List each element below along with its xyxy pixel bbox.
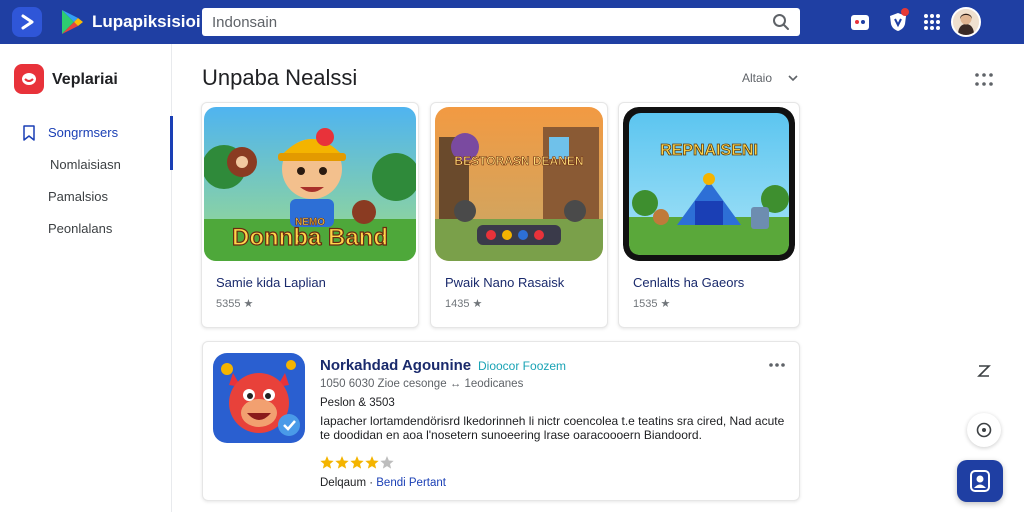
sidebar-item-label: Nomlaisiasn bbox=[50, 157, 121, 172]
game-card[interactable]: NEMO Donnba Band Samie kida Laplian 5355… bbox=[201, 102, 419, 328]
game-art-image: REPNAISENI bbox=[623, 107, 795, 261]
star-icon bbox=[335, 456, 349, 469]
developer-link[interactable]: Dioocor Foozem bbox=[478, 359, 566, 373]
sidebar: Veplariai Songrmsers Nomlaisiasn Pamalsi… bbox=[0, 44, 172, 512]
card-title: Cenlalts ha Gaeors bbox=[633, 275, 745, 290]
sidebar-item-label: Peonlalans bbox=[48, 221, 113, 236]
more-options-icon[interactable] bbox=[769, 362, 785, 368]
game-art-image: BESTORASN DEANEN bbox=[435, 107, 603, 261]
star-icon bbox=[320, 456, 334, 469]
card-meta: 1535 ★ bbox=[633, 298, 671, 310]
app-title: Lupapiksisioi bbox=[92, 12, 201, 31]
game-art-title: BESTORASN DEANEN bbox=[454, 154, 583, 168]
sidebar-item-peonlalans[interactable]: Peonlalans bbox=[0, 216, 172, 242]
featured-description: Iapacher lortamdendörisrd lkedorinneh li… bbox=[320, 414, 785, 442]
featured-app-icon bbox=[213, 353, 305, 443]
star-icon bbox=[350, 456, 364, 469]
play-store-icon[interactable] bbox=[60, 8, 84, 41]
card-meta: 1435 ★ bbox=[445, 298, 483, 310]
game-art-title: Donnba Band bbox=[232, 224, 388, 251]
notification-badge bbox=[901, 8, 909, 16]
game-card[interactable]: REPNAISENI Cenlalts ha Gaeors 1535 ★ bbox=[618, 102, 800, 328]
top-app-bar: Lupapiksisioi bbox=[0, 0, 1024, 44]
user-avatar-image bbox=[953, 9, 979, 35]
apps-grid-icon[interactable] bbox=[920, 10, 944, 34]
card-meta: 5355 ★ bbox=[216, 298, 254, 310]
sidebar-item-nomlaisiasn[interactable]: Nomlaisiasn bbox=[0, 152, 172, 178]
avatar[interactable] bbox=[951, 7, 981, 37]
collapse-icon[interactable] bbox=[976, 363, 992, 379]
assistant-fab-button[interactable] bbox=[957, 460, 1003, 502]
more-options-icon[interactable] bbox=[974, 72, 994, 88]
sidebar-item-pamalsios[interactable]: Pamalsios bbox=[0, 184, 172, 210]
search-bar[interactable] bbox=[202, 8, 800, 36]
shopping-bag-icon[interactable] bbox=[848, 10, 872, 34]
sidebar-item-label: Songrmsers bbox=[48, 125, 119, 140]
play-preview-button[interactable] bbox=[967, 413, 1001, 447]
bookmark-icon bbox=[23, 125, 35, 141]
play-circle-icon bbox=[976, 422, 992, 438]
page-title: Unpaba Nealssi bbox=[202, 65, 358, 90]
sort-dropdown[interactable]: Altaio bbox=[742, 71, 772, 85]
search-icon[interactable] bbox=[772, 13, 790, 31]
game-art-image: NEMO Donnba Band bbox=[204, 107, 416, 261]
featured-app-card[interactable]: Norkahdad Agounine · Dioocor Foozem 1050… bbox=[202, 341, 800, 501]
featured-subtitle: 1050 6030 Zioe cesonge ↔ 1eodicanes bbox=[320, 378, 524, 390]
sidebar-item-label: Pamalsios bbox=[48, 189, 108, 204]
user-badge-icon bbox=[970, 470, 990, 492]
star-icon bbox=[380, 456, 394, 469]
chevron-down-icon[interactable] bbox=[788, 74, 798, 82]
active-nav-indicator bbox=[170, 116, 173, 170]
back-arrow-button[interactable] bbox=[12, 7, 42, 37]
game-card[interactable]: BESTORASN DEANEN Pwaik Nano Rasaisk 1435… bbox=[430, 102, 608, 328]
brand-name: Veplariai bbox=[52, 71, 118, 88]
card-title: Samie kida Laplian bbox=[216, 275, 326, 290]
search-input[interactable] bbox=[212, 12, 752, 32]
back-arrow-icon bbox=[21, 14, 34, 30]
title-separator: · bbox=[465, 358, 470, 373]
game-art-title: REPNAISENI bbox=[660, 142, 758, 159]
sidebar-item-songrmsers[interactable]: Songrmsers bbox=[0, 120, 172, 146]
featured-app-title: Norkahdad Agounine bbox=[320, 357, 472, 374]
featured-footer: Delqaum · Bendi Pertant bbox=[320, 477, 446, 489]
brand-logo-icon[interactable] bbox=[14, 64, 44, 94]
star-icon bbox=[365, 456, 379, 469]
footer-label: Delqaum bbox=[320, 477, 367, 489]
star-rating bbox=[320, 455, 410, 476]
card-title: Pwaik Nano Rasaisk bbox=[445, 275, 565, 290]
footer-link[interactable]: Bendi Pertant bbox=[376, 477, 446, 489]
featured-price: Peslon & 3503 bbox=[320, 397, 395, 409]
